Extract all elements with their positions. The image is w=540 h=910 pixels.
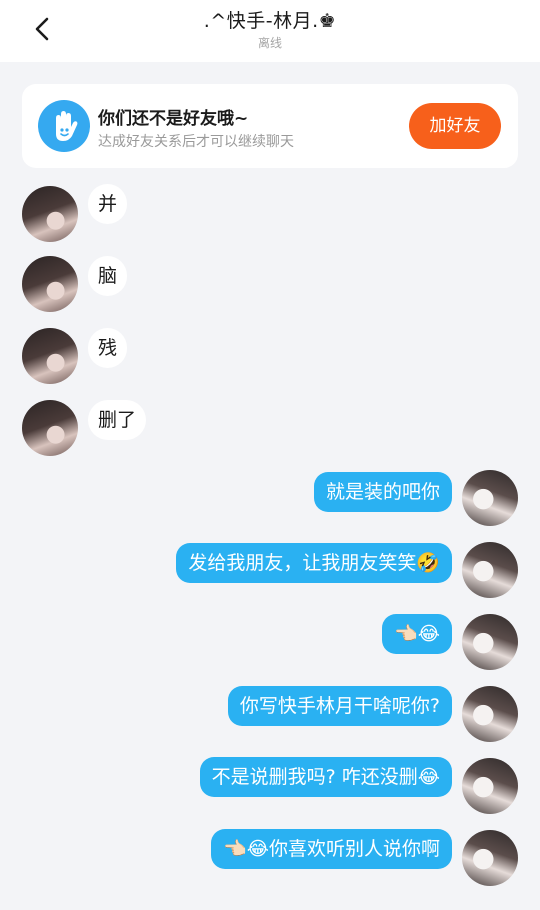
incoming-message: 并 — [88, 184, 128, 224]
my-avatar[interactable] — [462, 542, 518, 598]
contact-avatar[interactable] — [22, 256, 78, 312]
my-avatar[interactable] — [462, 686, 518, 742]
contact-avatar[interactable] — [22, 186, 78, 242]
outgoing-message: 发给我朋友，让我朋友笑笑🤣 — [176, 543, 452, 583]
outgoing-message: 👈🏻😂你喜欢听别人说你啊 — [211, 829, 452, 869]
my-avatar[interactable] — [462, 830, 518, 886]
my-avatar[interactable] — [462, 614, 518, 670]
outgoing-message: 你写快手林月干啥呢你? — [227, 686, 452, 726]
incoming-message: 删了 — [88, 400, 147, 440]
my-avatar[interactable] — [462, 758, 518, 814]
notice-title: 你们还不是好友哦~ — [98, 109, 249, 129]
hand-wave-icon — [38, 100, 90, 152]
outgoing-message: 就是装的吧你 — [313, 472, 452, 512]
add-friend-button[interactable]: 加好友 — [409, 103, 501, 149]
incoming-message: 残 — [88, 328, 128, 368]
outgoing-message: 👈🏻😂 — [382, 614, 452, 654]
contact-name: .^快手-林月.♚ — [203, 10, 337, 32]
chat-header: .^快手-林月.♚ 离线 — [0, 0, 540, 62]
not-friends-notice: 你们还不是好友哦~ 达成好友关系后才可以继续聊天 加好友 — [22, 84, 518, 168]
contact-avatar[interactable] — [22, 328, 78, 384]
notice-description: 达成好友关系后才可以继续聊天 — [98, 134, 294, 150]
my-avatar[interactable] — [462, 470, 518, 526]
online-status: 离线 — [257, 36, 282, 50]
contact-avatar[interactable] — [22, 400, 78, 456]
outgoing-message: 不是说删我吗? 咋还没删😂 — [199, 757, 452, 797]
incoming-message: 脑 — [88, 256, 128, 296]
